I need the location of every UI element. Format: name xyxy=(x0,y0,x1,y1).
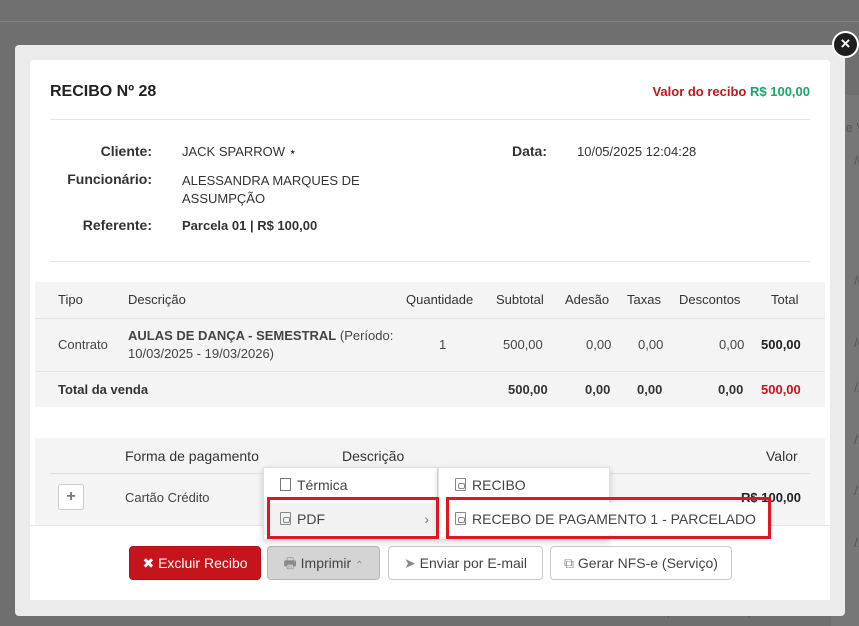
expand-row-button[interactable]: + xyxy=(58,484,84,510)
total-adesao: 0,00 xyxy=(585,382,611,397)
copy-icon: ⧉ xyxy=(564,555,575,571)
close-button[interactable]: × xyxy=(832,31,859,58)
backdrop-top-bar xyxy=(0,0,859,22)
cliente-value: JACK SPARROW ⋆ xyxy=(182,144,297,159)
divider xyxy=(50,261,810,262)
backdrop-text: /2 xyxy=(854,380,859,395)
cell-subtotal: 500,00 xyxy=(503,337,543,352)
menu-item-termica-label: Térmica xyxy=(297,477,348,493)
col-header-subtotal: Subtotal xyxy=(496,292,544,307)
referente-value: Parcela 01 | R$ 100,00 xyxy=(182,218,318,233)
close-icon: ✖ xyxy=(142,555,155,571)
excluir-recibo-button[interactable]: ✖ Excluir Recibo xyxy=(129,546,261,580)
enviar-email-button[interactable]: ➤ Enviar por E-mail xyxy=(388,546,543,580)
print-icon: 🖶 xyxy=(283,555,297,571)
col-header-forma: Forma de pagamento xyxy=(125,448,259,464)
receipt-value-amount: R$ 100,00 xyxy=(750,84,810,99)
col-header-descricao: Descrição xyxy=(128,292,186,307)
receipt-value: Valor do recibo R$ 100,00 xyxy=(652,84,810,99)
cell-descricao: AULAS DE DANÇA - SEMESTRAL (Período: 10/… xyxy=(128,327,398,363)
highlight-box-recebo xyxy=(446,497,771,539)
total-taxas: 0,00 xyxy=(637,382,663,397)
cell-descontos: 0,00 xyxy=(719,337,745,352)
items-table: Tipo Descrição Quantidade Subtotal Adesã… xyxy=(35,282,825,407)
receipt-value-label: Valor do recibo xyxy=(652,84,747,99)
col-header-quantidade: Quantidade xyxy=(406,292,474,307)
pdf-icon xyxy=(455,478,466,491)
submenu-item-recibo-label: RECIBO xyxy=(472,477,526,493)
backdrop-text: /0 xyxy=(854,335,859,350)
backdrop-text: /2 xyxy=(854,535,859,550)
col-header-pay-descricao: Descrição xyxy=(342,448,405,464)
gerar-nfse-label: Gerar NFS-e (Serviço) xyxy=(577,555,718,571)
total-descontos: 0,00 xyxy=(718,382,744,397)
col-header-taxas: Taxas xyxy=(627,292,661,307)
receipt-title: RECIBO Nº 28 xyxy=(50,83,157,100)
gerar-nfse-button[interactable]: ⧉ Gerar NFS-e (Serviço) xyxy=(550,546,732,580)
cell-total: 500,00 xyxy=(761,337,801,352)
total-label: Total da venda xyxy=(58,382,149,397)
divider xyxy=(50,119,810,120)
funcionario-value: ALESSANDRA MARQUES DE ASSUMPÇÃO xyxy=(182,173,360,206)
payment-forma: Cartão Crédito xyxy=(125,490,210,505)
data-label: Data: xyxy=(511,143,547,159)
funcionario-label: Funcionário: xyxy=(67,171,152,187)
col-header-valor: Valor xyxy=(766,448,798,464)
cell-taxas: 0,00 xyxy=(638,337,664,352)
cliente-label: Cliente: xyxy=(100,143,152,159)
excluir-recibo-label: Excluir Recibo xyxy=(158,555,248,571)
backdrop-text: e V xyxy=(845,120,859,135)
caret-up-icon: ⌃ xyxy=(355,560,364,571)
total-subtotal: 500,00 xyxy=(508,382,548,397)
cell-tipo: Contrato xyxy=(58,337,108,352)
col-header-tipo: Tipo xyxy=(58,292,83,307)
table-row: Contrato AULAS DE DANÇA - SEMESTRAL (Per… xyxy=(35,318,825,372)
document-icon xyxy=(280,478,291,491)
enviar-email-label: Enviar por E-mail xyxy=(419,555,527,571)
highlight-box-pdf xyxy=(267,497,439,539)
col-header-total: Total xyxy=(771,292,799,307)
backdrop-text: /2 xyxy=(854,432,859,447)
cell-adesao: 0,00 xyxy=(586,337,612,352)
referente-label: Referente: xyxy=(82,217,152,233)
imprimir-label: Imprimir xyxy=(300,555,352,571)
backdrop-text: /0 xyxy=(854,153,859,168)
backdrop-text: /2 xyxy=(854,483,859,498)
paper-plane-icon: ➤ xyxy=(404,555,416,571)
cell-quantidade: 1 xyxy=(439,337,447,352)
imprimir-button[interactable]: 🖶 Imprimir ⌃ xyxy=(267,546,380,580)
backdrop-text: /0 xyxy=(854,273,859,288)
data-value: 10/05/2025 12:04:28 xyxy=(577,144,697,159)
total-total: 500,00 xyxy=(761,382,801,397)
col-header-adesao: Adesão xyxy=(565,292,610,307)
cell-descricao-title: AULAS DE DANÇA - SEMESTRAL xyxy=(128,328,337,343)
col-header-descontos: Descontos xyxy=(679,292,741,307)
